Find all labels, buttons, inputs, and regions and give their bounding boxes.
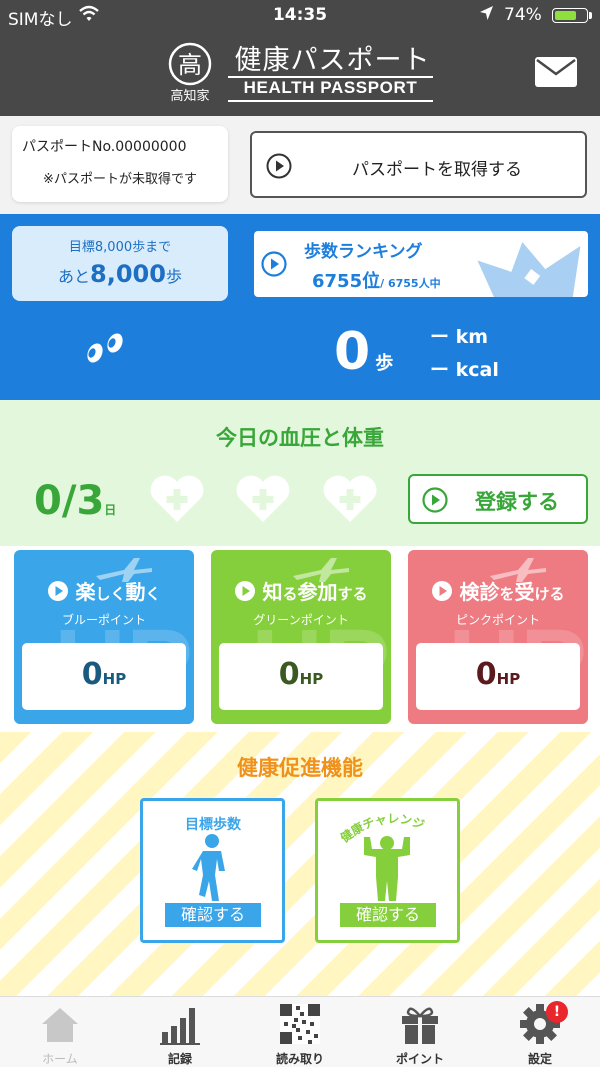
play-circle-icon (48, 581, 69, 601)
ranking-position: 6755位/ 6755人中 (312, 267, 441, 293)
pink-point-subtitle: ピンクポイント (455, 613, 540, 627)
steps-remaining: あと8,000歩 (12, 260, 228, 288)
rank-total: / 6755人中 (380, 277, 441, 290)
heart-plus-icon (236, 475, 290, 522)
battery-level (555, 11, 576, 20)
step-count-unit: 歩 (375, 353, 394, 374)
app-subtitle: HEALTH PASSPORT (243, 78, 418, 97)
passport-card: パスポートNo.00000000 ※パスポートが未取得です (12, 126, 228, 202)
steps-panel: 目標8,000歩まで あと8,000歩 歩数ランキング 6755位/ 6755人… (0, 214, 600, 400)
location-arrow-icon (480, 6, 493, 20)
steps-remaining-value: 8,000 (90, 260, 166, 288)
ranking-title: 歩数ランキング (304, 242, 423, 262)
rank-value: 6755位 (312, 271, 381, 292)
get-passport-label: パスポートを取得する (352, 160, 522, 180)
blue-point-value: 0HP (81, 657, 127, 692)
step-goal-label: 目標8,000歩まで (68, 240, 172, 255)
kochi-logo: 高 高知家 (168, 42, 212, 104)
passport-number: パスポートNo.00000000 (22, 139, 187, 155)
play-circle-icon (422, 487, 448, 513)
pink-point-value: 0HP (475, 657, 521, 692)
pink-point-box: 0HP (416, 643, 580, 710)
vitals-title: 今日の血圧と体重 (216, 426, 384, 450)
battery-nub (589, 12, 592, 19)
gift-icon (402, 1007, 438, 1044)
register-vitals-button[interactable]: 登録する (408, 474, 588, 524)
tab-home-label: ホーム (42, 1052, 78, 1066)
crown-icon (477, 242, 581, 297)
points-section: HP 楽しく動く ブルーポイント 0HP HP 知る参加する グリーンポイント … (0, 546, 600, 732)
vitals-count-unit: 日 (104, 503, 117, 517)
vitals-panel: 今日の血圧と体重 0/3日 登録する (0, 400, 600, 546)
qr-code-icon (280, 1004, 320, 1044)
steps-remaining-prefix: あと (58, 267, 91, 286)
heart-plus-icon (150, 475, 204, 522)
tab-points[interactable]: ポイント (360, 997, 480, 1067)
step-ranking-button[interactable]: 歩数ランキング 6755位/ 6755人中 (254, 231, 588, 297)
tab-settings-label: 設定 (527, 1052, 552, 1066)
step-count-value: 0 (334, 322, 371, 382)
step-goal-feature-button[interactable]: 目標歩数 確認する (140, 798, 285, 943)
calories-kcal: ー kcal (430, 359, 499, 381)
health-challenge-confirm-label: 確認する (340, 903, 436, 927)
play-circle-icon (261, 251, 287, 277)
play-circle-icon (432, 581, 453, 601)
tab-home[interactable]: ホーム (0, 997, 120, 1067)
blue-point-box: 0HP (22, 643, 186, 710)
health-challenge-feature-button[interactable]: 健康チャレンジ 確認する (315, 798, 460, 943)
step-goal-confirm-label: 確認する (165, 903, 261, 927)
get-passport-button[interactable]: パスポートを取得する (250, 131, 587, 198)
step-count: 0 歩 (334, 322, 393, 382)
blue-point-subtitle: ブルーポイント (61, 613, 146, 627)
app-title: 健康パスポート (234, 45, 431, 76)
footprints-icon (87, 333, 123, 363)
tab-record-label: 記録 (167, 1052, 192, 1066)
status-bar: SIMなし 14:35 74% (0, 0, 600, 30)
svg-text:高知家: 高知家 (170, 88, 209, 104)
blue-point-title: 楽しく動く (14, 576, 194, 605)
promotion-title: 健康促進機能 (237, 756, 363, 780)
pink-point-title: 検診を受ける (408, 576, 588, 605)
heart-plus-icon (323, 475, 377, 522)
steps-remaining-suffix: 歩 (165, 267, 182, 286)
step-goal-card: 目標8,000歩まで あと8,000歩 (12, 226, 228, 301)
svg-text:高: 高 (178, 51, 202, 79)
bar-chart-icon (160, 1008, 200, 1045)
battery-icon (552, 8, 588, 23)
green-point-title: 知る参加する (211, 576, 391, 605)
tab-scan[interactable]: 読み取り (240, 997, 360, 1067)
register-vitals-label: 登録する (475, 490, 559, 514)
pink-point-card[interactable]: HP 検診を受ける ピンクポイント 0HP (408, 550, 588, 724)
distance-km: ー km (430, 326, 489, 348)
tab-record[interactable]: 記録 (120, 997, 240, 1067)
play-circle-icon (266, 153, 292, 179)
subtitle-underline (228, 100, 433, 102)
green-point-card[interactable]: HP 知る参加する グリーンポイント 0HP (211, 550, 391, 724)
app-header: 高 高知家 健康パスポート HEALTH PASSPORT (0, 30, 600, 116)
vitals-progress: 0/3日 (34, 478, 116, 524)
blue-point-card[interactable]: HP 楽しく動く ブルーポイント 0HP (14, 550, 194, 724)
green-point-value: 0HP (278, 657, 324, 692)
walking-person-icon (192, 834, 225, 901)
strong-person-icon (364, 836, 410, 901)
tab-scan-label: 読み取り (275, 1052, 324, 1066)
bottom-tab-bar: ホーム 記録 読み取り ポイント ! 設定 (0, 996, 600, 1067)
vitals-count: 0/3 (34, 478, 105, 524)
play-circle-icon (235, 581, 256, 601)
tab-points-label: ポイント (395, 1052, 444, 1066)
mail-icon[interactable] (534, 56, 578, 90)
home-icon (42, 1008, 78, 1042)
battery-percent: 74% (504, 5, 542, 25)
tab-settings[interactable]: ! 設定 (480, 997, 600, 1067)
health-promotion-section: 健康促進機能 目標歩数 確認する 健康チャレンジ 確認する (0, 732, 600, 996)
passport-note: ※パスポートが未取得です (43, 172, 197, 187)
green-point-subtitle: グリーンポイント (253, 613, 349, 627)
notification-badge: ! (546, 1001, 568, 1023)
green-point-box: 0HP (219, 643, 383, 710)
